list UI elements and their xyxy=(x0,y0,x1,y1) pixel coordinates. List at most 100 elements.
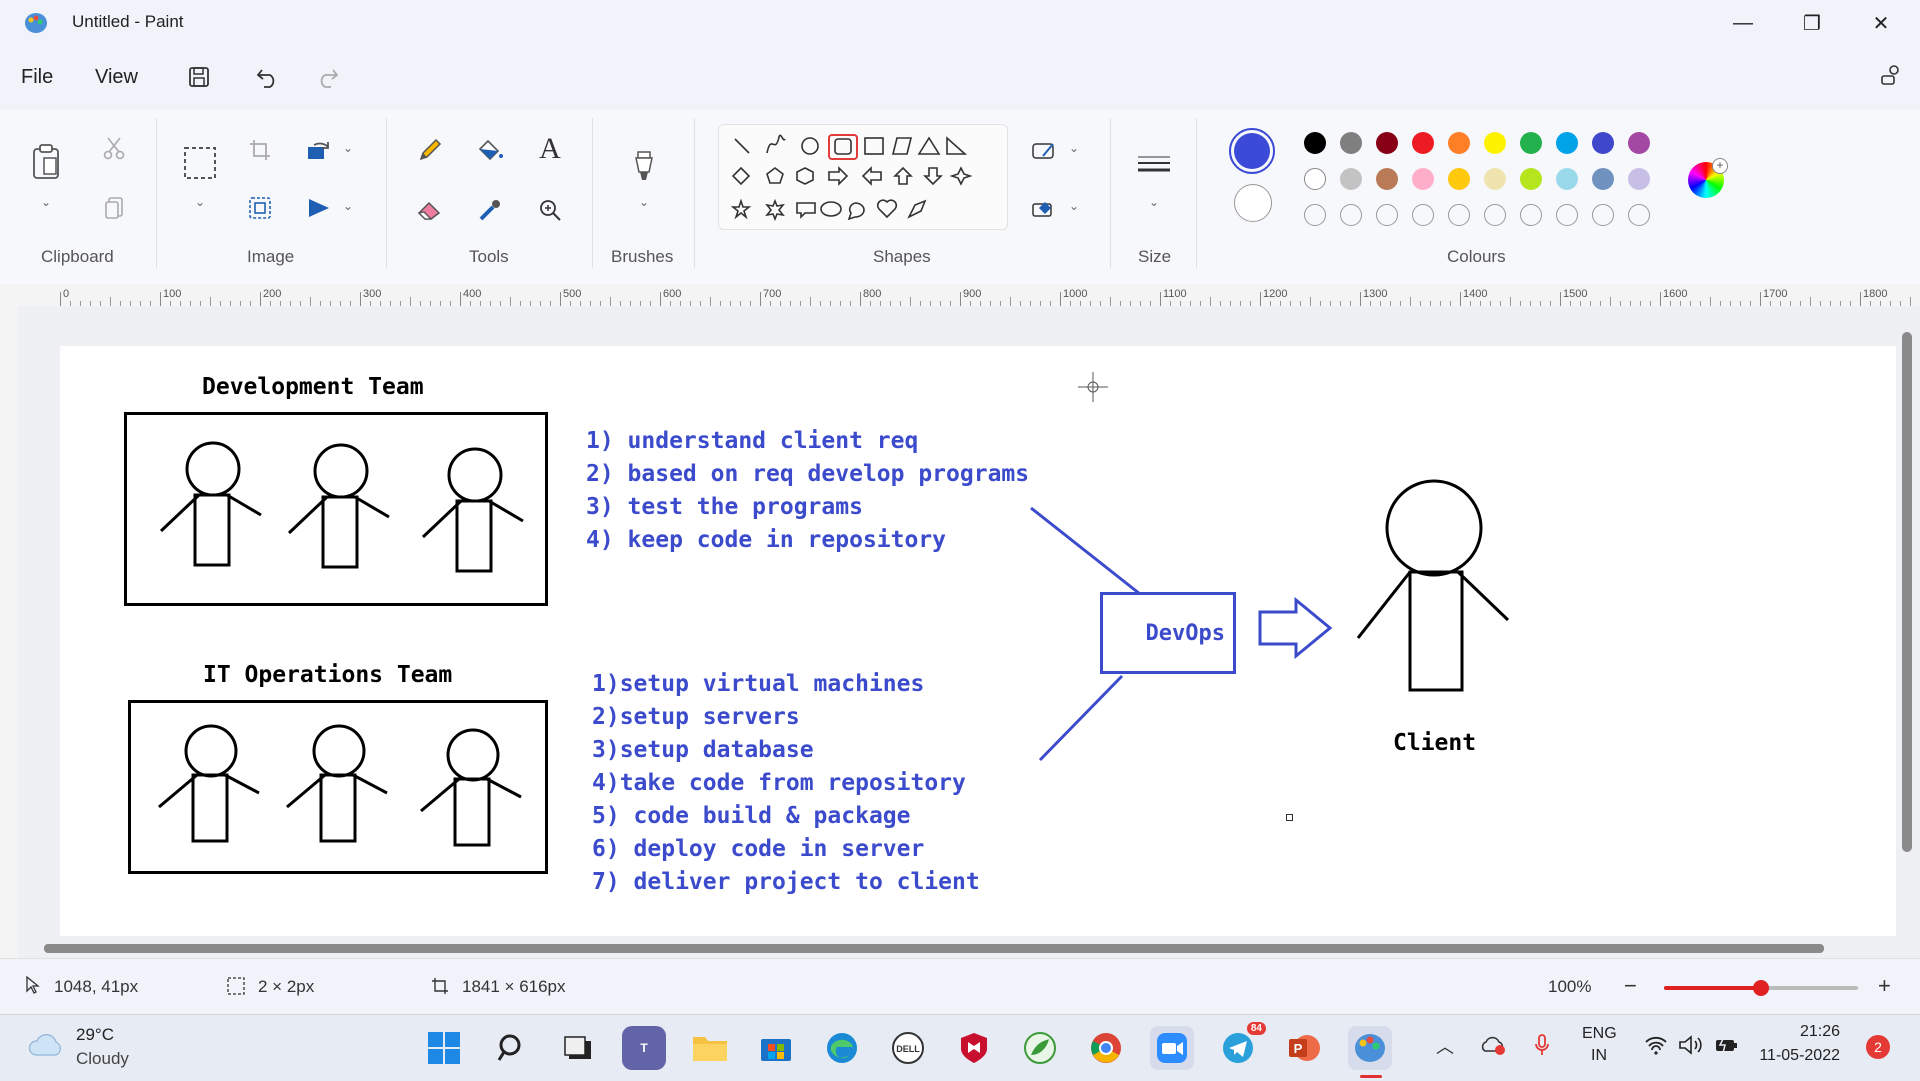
color-swatch[interactable] xyxy=(1556,168,1578,190)
brush-dropdown-icon[interactable]: ⌄ xyxy=(634,194,654,210)
custom-color-slot[interactable] xyxy=(1448,204,1470,226)
pencil-icon[interactable] xyxy=(414,134,446,166)
color-swatch[interactable] xyxy=(1628,132,1650,154)
onedrive-icon[interactable] xyxy=(1480,1035,1506,1060)
color-swatch[interactable] xyxy=(1376,132,1398,154)
zoom-app-icon[interactable] xyxy=(1150,1026,1194,1070)
edge-icon[interactable] xyxy=(820,1026,864,1070)
task-view-icon[interactable] xyxy=(556,1026,600,1070)
paste-dropdown-icon[interactable]: ⌄ xyxy=(36,194,56,210)
outline-dropdown-icon[interactable]: ⌄ xyxy=(1066,140,1082,156)
powerpoint-icon[interactable]: P xyxy=(1282,1026,1326,1070)
language-code[interactable]: ENG xyxy=(1582,1025,1617,1043)
close-button[interactable]: ✕ xyxy=(1851,6,1911,40)
shape-outline-icon[interactable] xyxy=(1028,136,1060,166)
battery-icon[interactable] xyxy=(1714,1035,1740,1060)
custom-color-slot[interactable] xyxy=(1376,204,1398,226)
fill-dropdown-icon[interactable]: ⌄ xyxy=(1066,198,1082,214)
dell-icon[interactable]: DELL xyxy=(886,1026,930,1070)
color-swatch[interactable] xyxy=(1520,132,1542,154)
volume-icon[interactable] xyxy=(1678,1035,1704,1060)
chat-icon[interactable]: T xyxy=(622,1026,666,1070)
custom-color-slot[interactable] xyxy=(1340,204,1362,226)
vertical-scrollbar[interactable] xyxy=(1902,332,1912,852)
color-swatch[interactable] xyxy=(1448,132,1470,154)
color-swatch[interactable] xyxy=(1628,168,1650,190)
redo-icon[interactable] xyxy=(312,62,342,92)
notification-badge[interactable]: 2 xyxy=(1866,1035,1890,1059)
color-swatch[interactable] xyxy=(1520,168,1542,190)
fill-bucket-icon[interactable] xyxy=(474,134,506,166)
custom-color-slot[interactable] xyxy=(1484,204,1506,226)
eraser-icon[interactable] xyxy=(414,194,446,226)
color-swatch[interactable] xyxy=(1448,168,1470,190)
restore-button[interactable]: ❐ xyxy=(1782,6,1842,40)
language-region[interactable]: IN xyxy=(1582,1047,1616,1065)
zoom-out-button[interactable]: − xyxy=(1624,973,1637,999)
rotate-icon[interactable] xyxy=(304,136,334,164)
color-swatch[interactable] xyxy=(1484,132,1506,154)
brush-icon[interactable] xyxy=(626,148,662,184)
crop-icon[interactable] xyxy=(246,136,274,164)
undo-icon[interactable] xyxy=(253,62,283,92)
color-swatch[interactable] xyxy=(1376,168,1398,190)
mcafee-icon[interactable] xyxy=(952,1026,996,1070)
edit-colors-icon[interactable]: + xyxy=(1688,158,1728,198)
green-app-icon[interactable] xyxy=(1018,1026,1062,1070)
weather-cloud-icon[interactable] xyxy=(28,1031,64,1057)
color-swatch[interactable] xyxy=(1412,132,1434,154)
color-swatch[interactable] xyxy=(1592,168,1614,190)
cut-icon[interactable] xyxy=(100,134,128,162)
share-icon[interactable] xyxy=(1876,60,1906,90)
store-icon[interactable] xyxy=(754,1026,798,1070)
paint-taskbar-icon[interactable] xyxy=(1348,1026,1392,1070)
shape-fill-icon[interactable] xyxy=(1028,194,1060,224)
color-swatch[interactable] xyxy=(1412,168,1434,190)
paste-icon[interactable] xyxy=(28,142,64,182)
magnifier-icon[interactable] xyxy=(534,194,566,226)
zoom-slider-thumb[interactable] xyxy=(1753,980,1769,996)
color-picker-icon[interactable] xyxy=(474,194,506,226)
stroke-size-icon[interactable] xyxy=(1134,150,1174,180)
start-icon[interactable] xyxy=(422,1026,466,1070)
color-swatch[interactable] xyxy=(1304,132,1326,154)
select-dropdown-icon[interactable]: ⌄ xyxy=(190,194,210,210)
menu-file[interactable]: File xyxy=(21,66,53,89)
chrome-icon[interactable] xyxy=(1084,1026,1128,1070)
zoom-slider[interactable] xyxy=(1664,980,1858,996)
horizontal-scrollbar[interactable] xyxy=(44,944,1824,953)
clock-time[interactable]: 21:26 xyxy=(1764,1023,1840,1041)
primary-color-swatch[interactable] xyxy=(1229,128,1275,174)
zoom-in-button[interactable]: + xyxy=(1878,973,1891,999)
custom-color-slot[interactable] xyxy=(1520,204,1542,226)
size-dropdown-icon[interactable]: ⌄ xyxy=(1144,194,1164,210)
color-swatch[interactable] xyxy=(1340,168,1362,190)
color-swatch[interactable] xyxy=(1340,132,1362,154)
menu-view[interactable]: View xyxy=(95,66,138,89)
wifi-icon[interactable] xyxy=(1644,1035,1668,1060)
color-swatch[interactable] xyxy=(1304,168,1326,190)
chevron-up-icon[interactable]: ︿ xyxy=(1436,1033,1454,1059)
microphone-icon[interactable] xyxy=(1534,1033,1550,1062)
drawing-canvas[interactable]: Development Team 1) understand client re… xyxy=(60,346,1896,936)
flip-dropdown-icon[interactable]: ⌄ xyxy=(340,198,356,214)
text-tool-icon[interactable]: A xyxy=(534,132,566,166)
custom-color-slot[interactable] xyxy=(1628,204,1650,226)
file-explorer-icon[interactable] xyxy=(688,1026,732,1070)
flip-icon[interactable] xyxy=(304,194,334,222)
color-swatch[interactable] xyxy=(1556,132,1578,154)
telegram-icon[interactable]: 84 xyxy=(1216,1022,1266,1070)
copy-icon[interactable] xyxy=(100,194,128,222)
search-icon[interactable] xyxy=(490,1026,534,1070)
custom-color-slot[interactable] xyxy=(1592,204,1614,226)
clock-date[interactable]: 11-05-2022 xyxy=(1756,1047,1840,1065)
color-swatch[interactable] xyxy=(1592,132,1614,154)
minimize-button[interactable]: — xyxy=(1713,6,1773,40)
secondary-color-swatch[interactable] xyxy=(1234,184,1272,222)
color-swatch[interactable] xyxy=(1484,168,1506,190)
custom-color-slot[interactable] xyxy=(1556,204,1578,226)
resize-icon[interactable] xyxy=(246,194,274,222)
rotate-dropdown-icon[interactable]: ⌄ xyxy=(340,140,356,156)
custom-color-slot[interactable] xyxy=(1304,204,1326,226)
select-icon[interactable] xyxy=(181,144,219,182)
